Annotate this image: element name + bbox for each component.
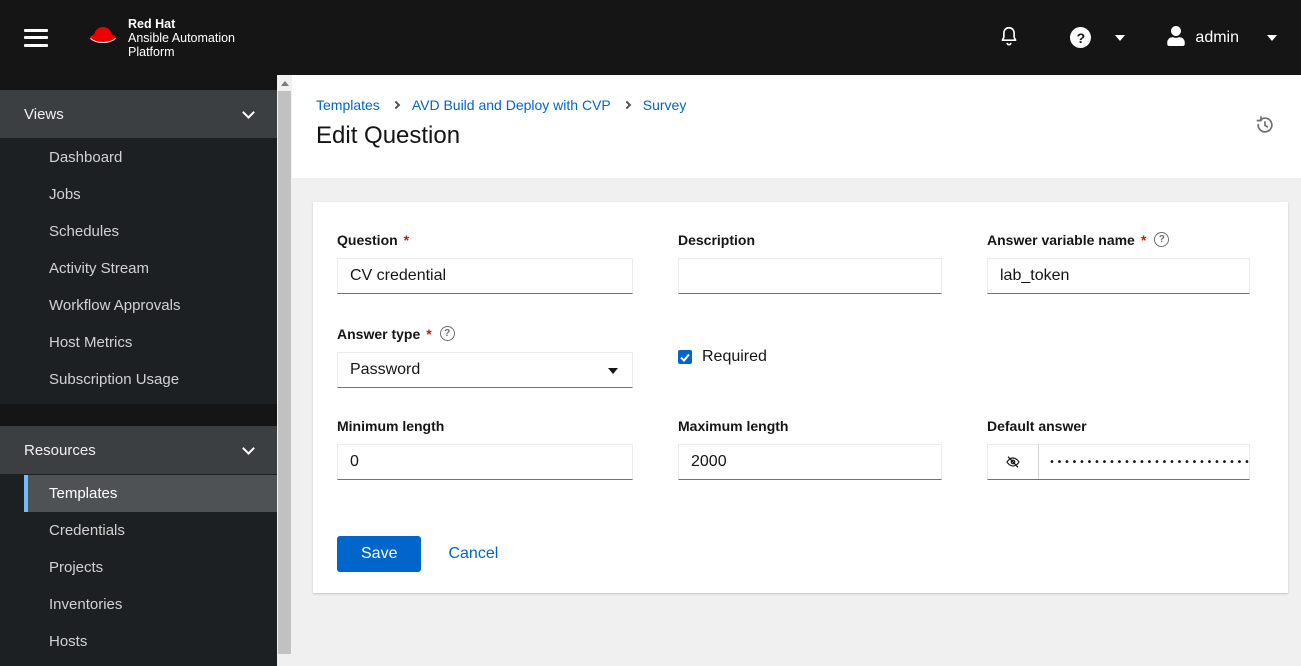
- required-asterisk: *: [426, 326, 431, 342]
- sidebar-nav: Views Dashboard Jobs Schedules Activity …: [0, 75, 277, 654]
- sidebar-item-templates[interactable]: Templates: [24, 475, 277, 512]
- answer-variable-name-input[interactable]: [987, 258, 1250, 294]
- answer-type-field: Answer type * Password: [337, 325, 633, 388]
- default-answer-group: ••••••••••••••••••••••••••••••••••••••…: [987, 444, 1250, 480]
- sidebar-item-credentials[interactable]: Credentials: [24, 512, 277, 549]
- activity-history-button[interactable]: [1255, 115, 1275, 138]
- brand-line-1: Red Hat: [128, 17, 235, 31]
- help-popover-icon[interactable]: [440, 326, 455, 341]
- question-circle-icon: [1070, 27, 1091, 48]
- help-menu-button[interactable]: [1070, 27, 1125, 48]
- page-header: Templates AVD Build and Deploy with CVP …: [292, 75, 1301, 178]
- breadcrumb-link-templates[interactable]: Templates: [316, 97, 380, 113]
- minimum-length-field: Minimum length: [337, 417, 633, 480]
- check-icon: [680, 353, 690, 362]
- eye-slash-icon: [1004, 454, 1022, 470]
- nav-group-views[interactable]: Views: [0, 90, 277, 138]
- breadcrumb-separator-icon: [392, 101, 400, 109]
- answer-variable-name-label: Answer variable name: [987, 232, 1135, 248]
- default-answer-field: Default answer •••••••••••••••••••••••••…: [987, 417, 1250, 480]
- save-button[interactable]: Save: [337, 536, 421, 572]
- required-checkbox-group: Required: [678, 325, 942, 388]
- history-icon: [1255, 123, 1275, 138]
- chevron-down-icon: [242, 106, 255, 119]
- description-input[interactable]: [678, 258, 942, 294]
- default-answer-label: Default answer: [987, 418, 1087, 434]
- question-label: Question: [337, 232, 398, 248]
- required-checkbox[interactable]: [678, 350, 692, 364]
- username-label: admin: [1195, 29, 1239, 47]
- description-label: Description: [678, 232, 755, 248]
- user-menu-button[interactable]: admin: [1167, 26, 1277, 49]
- sidebar-item-inventories[interactable]: Inventories: [24, 586, 277, 623]
- notifications-button[interactable]: [998, 24, 1020, 51]
- sidebar-item-activity-stream[interactable]: Activity Stream: [24, 250, 277, 287]
- red-hat-logo-icon: [86, 23, 120, 52]
- breadcrumb: Templates AVD Build and Deploy with CVP …: [316, 97, 1277, 113]
- nav-group-resources-label: Resources: [24, 442, 96, 459]
- maximum-length-label: Maximum length: [678, 418, 788, 434]
- sidebar-item-hosts[interactable]: Hosts: [24, 623, 277, 660]
- user-icon: [1167, 26, 1185, 49]
- caret-down-icon: [1267, 35, 1277, 46]
- nav-group-views-label: Views: [24, 106, 64, 123]
- required-asterisk: *: [404, 232, 409, 248]
- nav-toggle-button[interactable]: [24, 29, 48, 47]
- arrow-up-icon: [281, 77, 289, 86]
- nav-group-resources[interactable]: Resources: [0, 426, 277, 474]
- bell-icon: [998, 24, 1020, 51]
- default-answer-masked-value[interactable]: ••••••••••••••••••••••••••••••••••••••…: [1039, 445, 1249, 479]
- chevron-down-icon: [242, 442, 255, 455]
- answer-type-selected-value: Password: [350, 361, 420, 379]
- maximum-length-field: Maximum length: [678, 417, 942, 480]
- brand-line-2: Ansible Automation: [128, 31, 235, 45]
- masthead: Red Hat Ansible Automation Platform admi…: [0, 0, 1301, 75]
- required-checkbox-label[interactable]: Required: [702, 348, 767, 366]
- brand-line-3: Platform: [128, 45, 235, 59]
- scrollbar-thumb[interactable]: [278, 91, 291, 654]
- page-title: Edit Question: [316, 122, 1277, 150]
- main-content: Templates AVD Build and Deploy with CVP …: [292, 75, 1301, 654]
- answer-type-select[interactable]: Password: [337, 352, 633, 388]
- edit-question-form-card: Question * Description Answer variable n…: [313, 202, 1288, 593]
- brand-logo: Red Hat Ansible Automation Platform: [86, 17, 235, 59]
- question-field: Question *: [337, 231, 633, 294]
- minimum-length-input[interactable]: [337, 444, 633, 480]
- sidebar-item-dashboard[interactable]: Dashboard: [24, 139, 277, 176]
- description-field: Description: [678, 231, 942, 294]
- breadcrumb-link-survey[interactable]: Survey: [643, 97, 687, 113]
- caret-down-icon: [1115, 35, 1125, 46]
- maximum-length-input[interactable]: [678, 444, 942, 480]
- sidebar-item-jobs[interactable]: Jobs: [24, 176, 277, 213]
- vertical-scrollbar[interactable]: [277, 75, 292, 654]
- minimum-length-label: Minimum length: [337, 418, 444, 434]
- caret-down-icon: [608, 368, 618, 379]
- sidebar-item-projects[interactable]: Projects: [24, 549, 277, 586]
- sidebar-item-schedules[interactable]: Schedules: [24, 213, 277, 250]
- answer-variable-name-field: Answer variable name *: [987, 231, 1250, 294]
- cancel-button[interactable]: Cancel: [448, 545, 498, 563]
- breadcrumb-separator-icon: [623, 101, 631, 109]
- required-asterisk: *: [1141, 232, 1146, 248]
- sidebar-item-subscription-usage[interactable]: Subscription Usage: [24, 361, 277, 398]
- answer-type-label: Answer type: [337, 326, 420, 342]
- toggle-visibility-button[interactable]: [988, 445, 1039, 479]
- question-input[interactable]: [337, 258, 633, 294]
- scroll-up-button[interactable]: [277, 75, 292, 91]
- help-popover-icon[interactable]: [1154, 232, 1169, 247]
- sidebar-item-host-metrics[interactable]: Host Metrics: [24, 324, 277, 361]
- sidebar-item-workflow-approvals[interactable]: Workflow Approvals: [24, 287, 277, 324]
- breadcrumb-link-template-name[interactable]: AVD Build and Deploy with CVP: [412, 97, 611, 113]
- hamburger-icon: [24, 29, 48, 32]
